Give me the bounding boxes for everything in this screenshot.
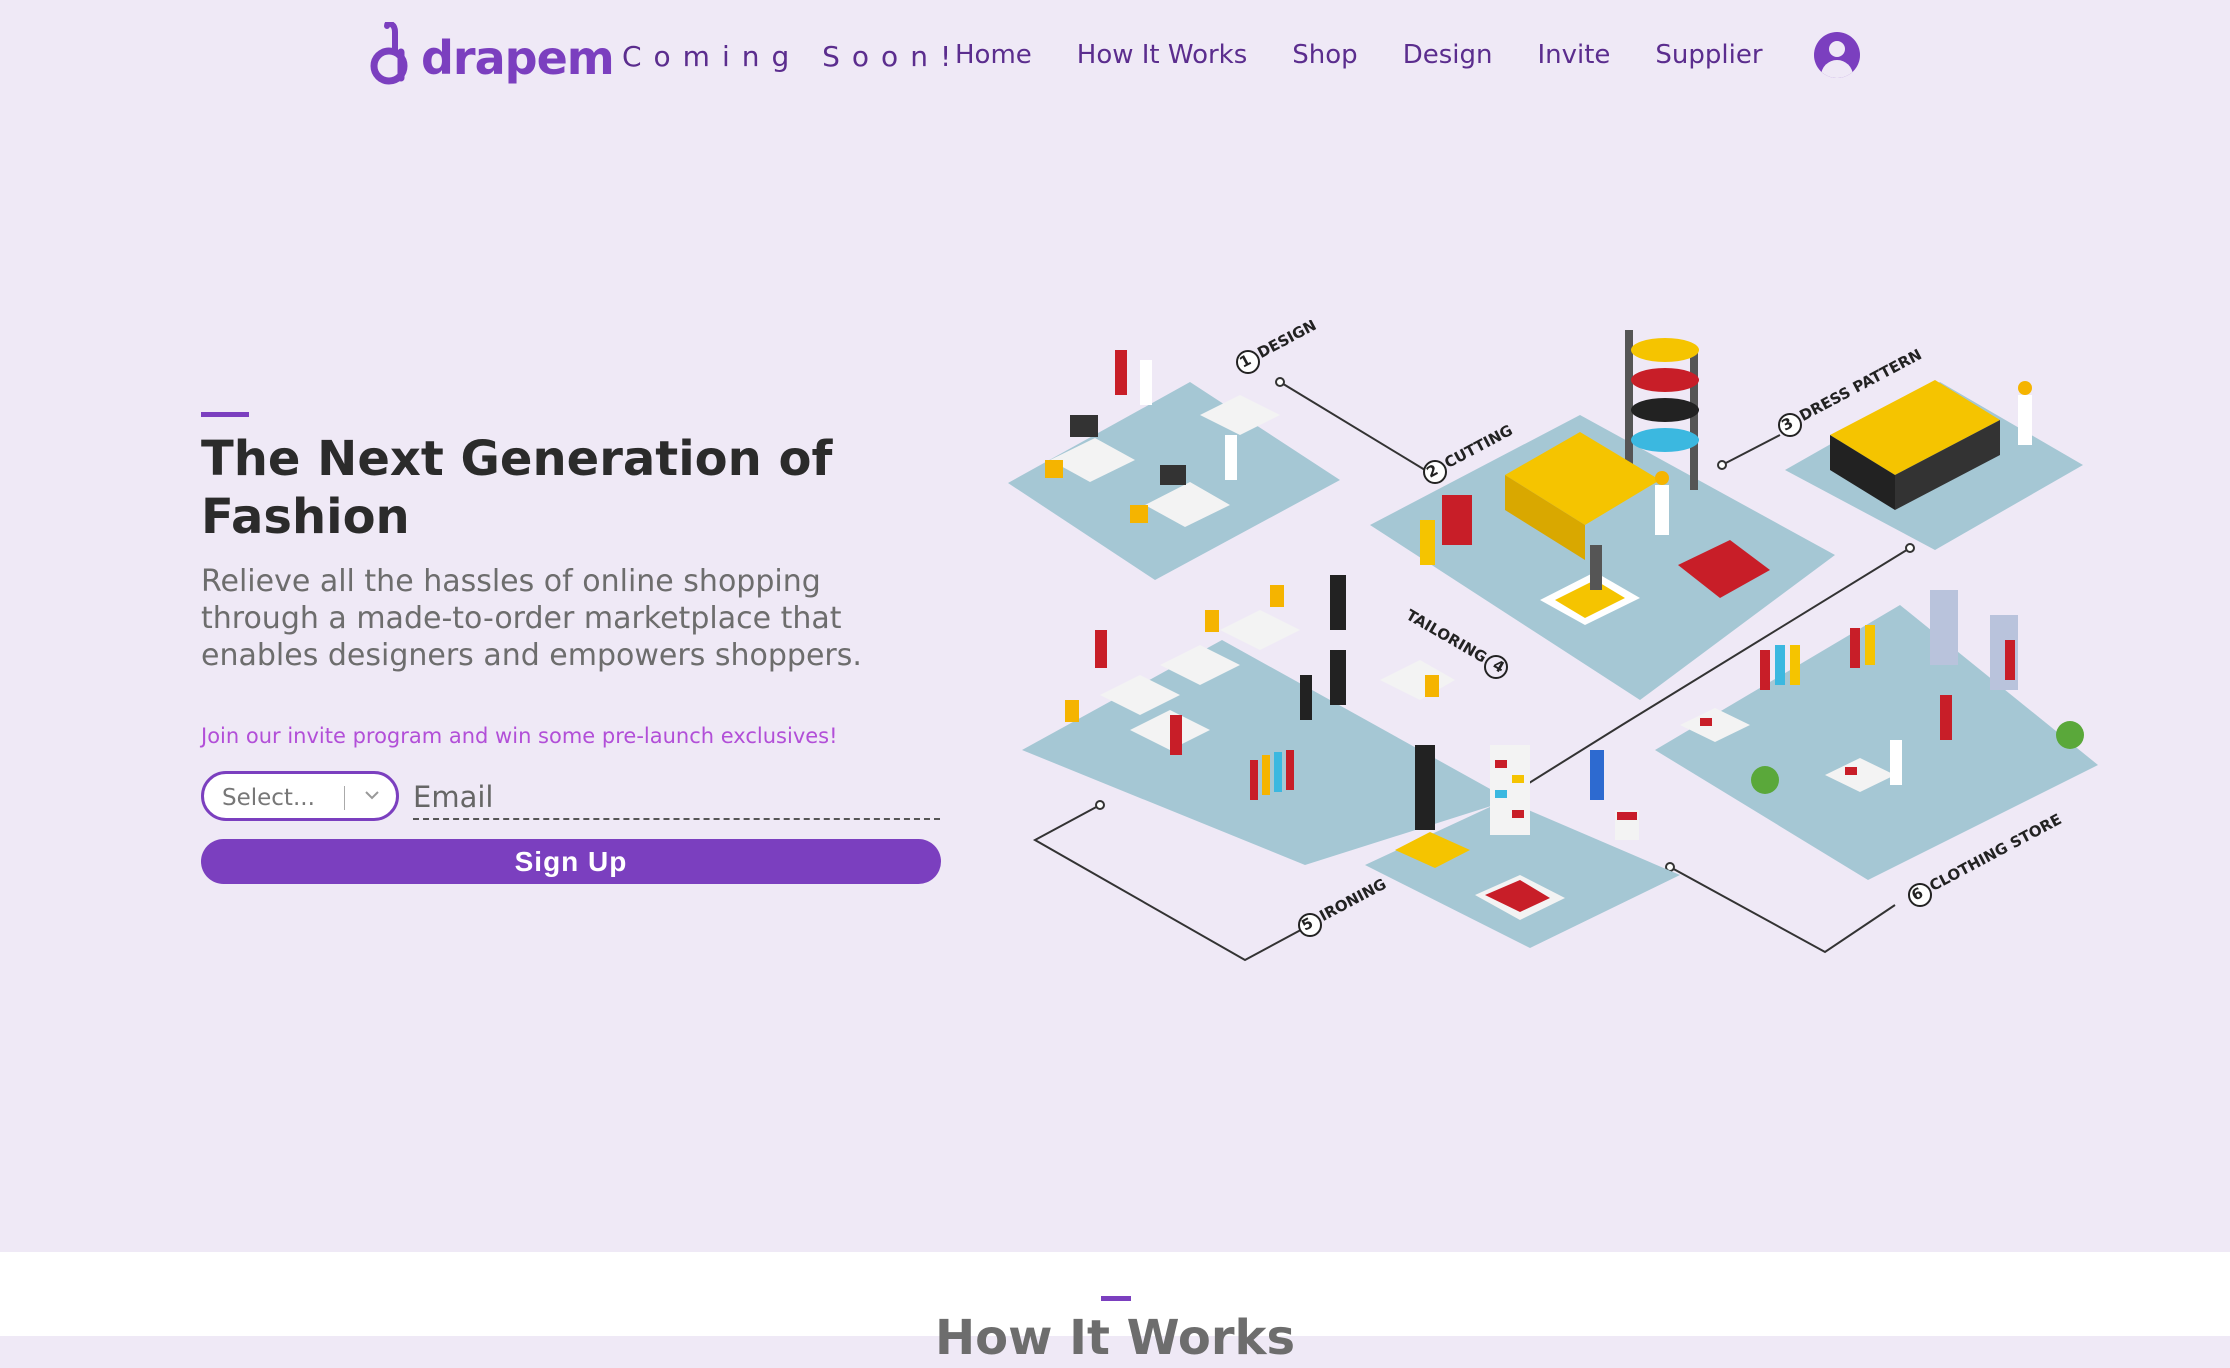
hero-title: The Next Generation of Fashion bbox=[201, 431, 833, 545]
nav-shop[interactable]: Shop bbox=[1292, 40, 1357, 70]
hero-subtitle: Relieve all the hassles of online shoppi… bbox=[201, 564, 862, 673]
logo-mark-icon bbox=[370, 22, 408, 85]
nav-invite[interactable]: Invite bbox=[1537, 40, 1610, 70]
logo[interactable]: drapem bbox=[367, 22, 615, 86]
email-field[interactable] bbox=[413, 776, 940, 820]
select-placeholder: Select... bbox=[222, 785, 315, 811]
country-code-select[interactable]: Select... bbox=[201, 771, 399, 821]
how-it-works-title: How It Works bbox=[934, 1310, 1296, 1366]
logo-text: drapem bbox=[421, 31, 615, 85]
section-accent-bar bbox=[1101, 1296, 1131, 1301]
select-separator bbox=[344, 786, 345, 810]
nav-home[interactable]: Home bbox=[955, 40, 1032, 70]
invite-program-text: Join our invite program and win some pre… bbox=[201, 724, 838, 748]
user-circle-icon[interactable] bbox=[1814, 32, 1860, 78]
chevron-down-icon[interactable] bbox=[361, 784, 383, 806]
nav-supplier[interactable]: Supplier bbox=[1655, 40, 1762, 70]
main-nav: Home How It Works Shop Design Invite Sup… bbox=[955, 40, 1763, 70]
nav-how-it-works[interactable]: How It Works bbox=[1077, 40, 1248, 70]
step-label-design: 1DESIGN bbox=[1236, 320, 1319, 372]
sign-up-button[interactable]: Sign Up bbox=[201, 839, 941, 884]
fashion-process-illustration: 1DESIGN 2CUTTING 3DRESS PATTERN TAILORIN… bbox=[1008, 320, 2098, 962]
hero-accent-bar bbox=[201, 412, 249, 417]
coming-soon-text: Coming Soon! bbox=[622, 40, 964, 73]
step-label-ironing: 5IRONING bbox=[1298, 875, 1389, 935]
nav-design[interactable]: Design bbox=[1403, 40, 1493, 70]
